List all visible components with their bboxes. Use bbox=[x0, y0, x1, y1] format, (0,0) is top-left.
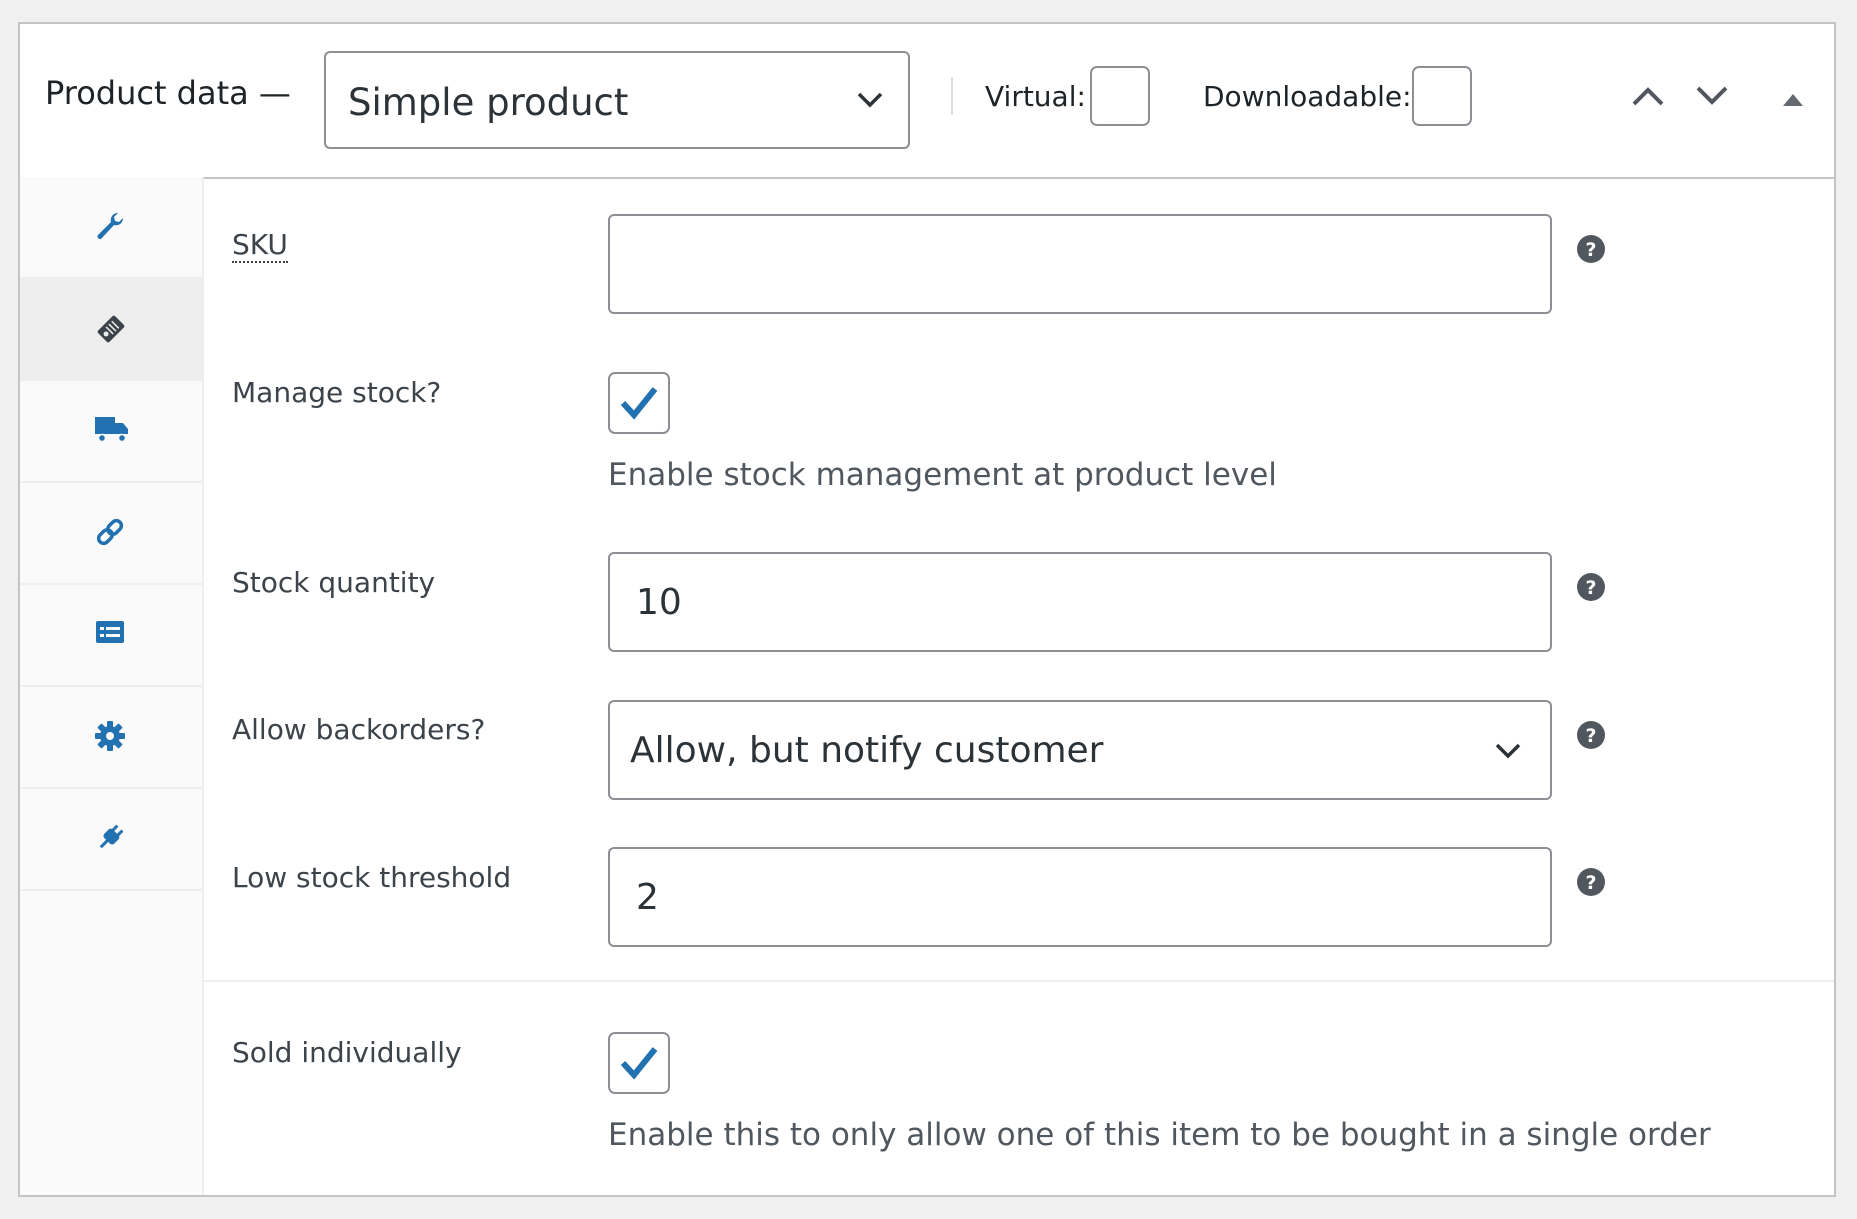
tab-advanced[interactable] bbox=[20, 687, 202, 789]
wrench-icon bbox=[97, 212, 124, 239]
truck-icon bbox=[95, 417, 128, 443]
move-down-button[interactable] bbox=[1694, 84, 1730, 108]
collapse-toggle-button[interactable] bbox=[1780, 90, 1806, 108]
low-stock-input[interactable]: 2 bbox=[608, 847, 1552, 947]
tab-linked-products[interactable] bbox=[20, 483, 202, 585]
svg-text:?: ? bbox=[1585, 239, 1596, 261]
sku-label: SKU bbox=[232, 228, 288, 263]
chevron-down-icon bbox=[857, 92, 883, 108]
stock-quantity-label: Stock quantity bbox=[232, 566, 436, 599]
tag-icon bbox=[97, 315, 125, 343]
panel-title: Product data — bbox=[45, 74, 291, 112]
chevron-down-icon bbox=[1495, 743, 1521, 759]
svg-text:?: ? bbox=[1585, 872, 1596, 894]
tab-general[interactable] bbox=[20, 177, 202, 279]
panel-header: Product data — Simple product Virtual: D… bbox=[20, 24, 1834, 179]
backorders-label: Allow backorders? bbox=[232, 713, 486, 746]
svg-text:?: ? bbox=[1585, 577, 1596, 599]
low-stock-value: 2 bbox=[636, 877, 659, 918]
product-type-value: Simple product bbox=[348, 81, 629, 124]
list-icon bbox=[96, 621, 124, 643]
virtual-label: Virtual: bbox=[985, 80, 1086, 113]
product-data-tabs bbox=[20, 177, 204, 1195]
backorders-select[interactable]: Allow, but notify customer bbox=[608, 700, 1552, 800]
low-stock-label: Low stock threshold bbox=[232, 861, 512, 894]
sold-individually-checkbox[interactable] bbox=[608, 1032, 670, 1094]
help-icon: ? bbox=[1577, 868, 1605, 896]
link-icon bbox=[96, 518, 124, 546]
stock-quantity-value: 10 bbox=[636, 582, 682, 623]
checkmark-icon bbox=[620, 1047, 658, 1080]
downloadable-label: Downloadable: bbox=[1203, 80, 1412, 113]
sku-input[interactable] bbox=[608, 214, 1552, 314]
tab-inventory[interactable] bbox=[20, 279, 202, 381]
stock-quantity-input[interactable]: 10 bbox=[608, 552, 1552, 652]
svg-text:?: ? bbox=[1585, 725, 1596, 747]
product-type-select[interactable]: Simple product bbox=[324, 51, 910, 149]
manage-stock-description: Enable stock management at product level bbox=[608, 457, 1277, 493]
downloadable-checkbox[interactable] bbox=[1412, 66, 1472, 126]
tab-plugin[interactable] bbox=[20, 789, 202, 891]
tab-attributes[interactable] bbox=[20, 585, 202, 687]
checkmark-icon bbox=[620, 387, 658, 420]
sold-individually-label: Sold individually bbox=[232, 1036, 462, 1069]
manage-stock-label: Manage stock? bbox=[232, 376, 442, 409]
sold-individually-description: Enable this to only allow one of this it… bbox=[608, 1117, 1711, 1153]
plug-icon bbox=[99, 824, 124, 849]
section-divider bbox=[202, 980, 1834, 982]
virtual-checkbox[interactable] bbox=[1090, 66, 1150, 126]
manage-stock-checkbox[interactable] bbox=[608, 372, 670, 434]
tab-shipping[interactable] bbox=[20, 381, 202, 483]
product-data-panel: Product data — Simple product Virtual: D… bbox=[18, 22, 1836, 1197]
backorders-value: Allow, but notify customer bbox=[630, 730, 1104, 771]
help-icon: ? bbox=[1577, 573, 1605, 601]
help-icon: ? bbox=[1577, 235, 1605, 263]
help-icon: ? bbox=[1577, 721, 1605, 749]
header-separator bbox=[951, 77, 953, 115]
gear-icon bbox=[95, 721, 125, 751]
move-up-button[interactable] bbox=[1630, 84, 1666, 108]
